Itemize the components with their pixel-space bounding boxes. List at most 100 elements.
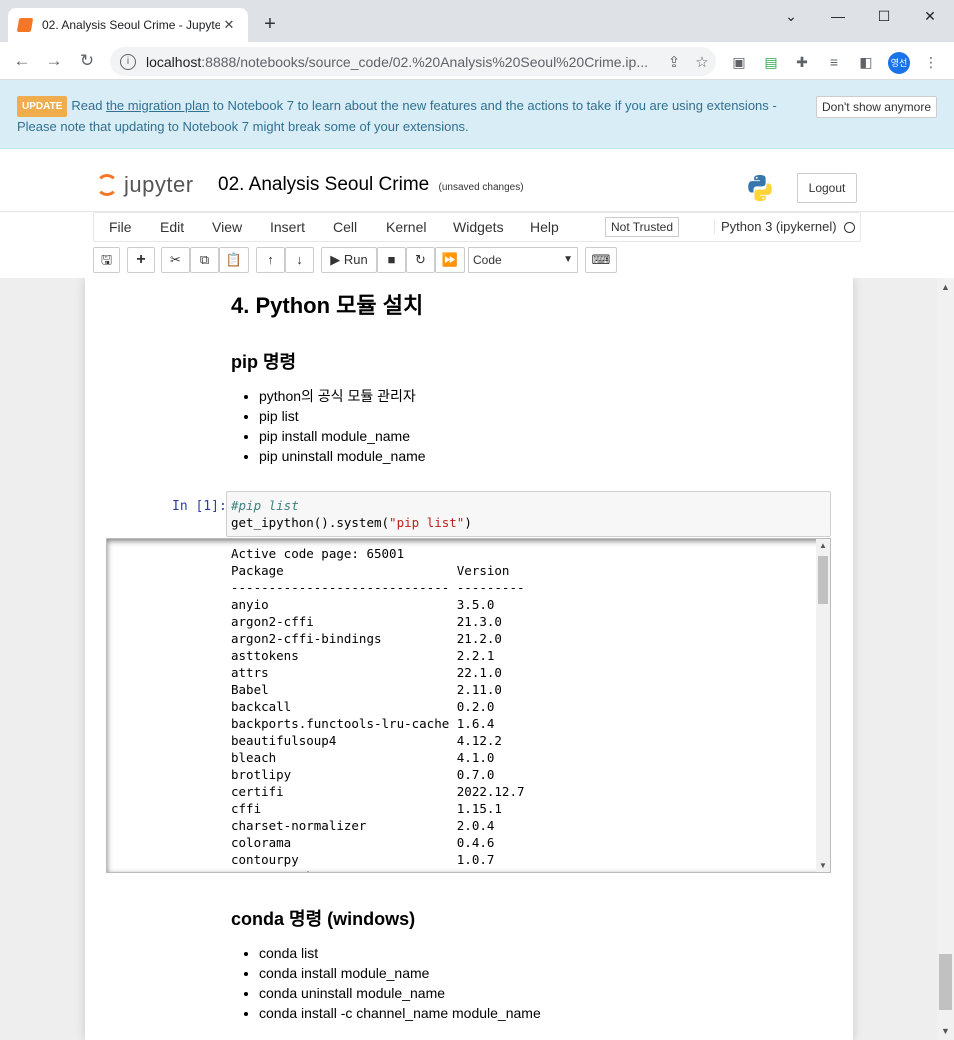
notebook-name[interactable]: 02. Analysis Seoul Crime — [218, 174, 429, 195]
conda-heading: conda 명령 (windows) — [231, 909, 416, 929]
kernel-name: Python 3 (ipykernel) — [714, 219, 837, 234]
menu-file[interactable]: File — [109, 219, 132, 235]
list-item: conda list — [259, 943, 541, 963]
media-icon[interactable]: ≡ — [825, 53, 843, 71]
puzzle-icon[interactable]: ✚ — [793, 53, 811, 71]
paste-icon[interactable]: 📋 — [219, 247, 249, 273]
markdown-cell-heading[interactable]: 4. Python 모듈 설치 — [231, 288, 423, 320]
new-tab-button[interactable]: + — [258, 12, 282, 36]
notebook-title[interactable]: 02. Analysis Seoul Crime (unsaved change… — [218, 174, 524, 196]
output-scroll-thumb[interactable] — [818, 556, 828, 604]
kernel-status-icon — [844, 222, 855, 233]
jupyter-header: jupyter 02. Analysis Seoul Crime (unsave… — [0, 150, 954, 212]
menubar: File Edit View Insert Cell Kernel Widget… — [93, 212, 861, 242]
run-label: Run — [343, 252, 368, 267]
tab-title: 02. Analysis Seoul Crime - Jupyter — [42, 18, 220, 32]
code-comment: #pip list — [231, 498, 299, 513]
page-scrollbar[interactable]: ▲ ▼ — [937, 278, 954, 1040]
python-logo-icon — [748, 175, 772, 201]
dont-show-button[interactable]: Don't show anymore — [816, 96, 937, 118]
section-heading: 4. Python 모듈 설치 — [231, 293, 424, 318]
keyboard-icon[interactable]: ⌨ — [585, 247, 617, 273]
list-item: pip list — [259, 406, 426, 426]
restart-run-all-icon[interactable]: ⏩ — [435, 247, 465, 273]
migration-plan-link[interactable]: the migration plan — [106, 98, 209, 113]
scroll-up-icon[interactable]: ▲ — [937, 282, 954, 292]
copy-icon[interactable]: ⧉ — [190, 247, 219, 273]
markdown-cell-conda[interactable]: conda 명령 (windows) conda list conda inst… — [231, 905, 541, 1023]
extension-icon[interactable]: ▣ — [730, 53, 748, 71]
move-down-icon[interactable]: ↓ — [285, 247, 314, 273]
input-prompt: In [1]: — [172, 499, 227, 514]
restart-icon[interactable]: ↻ — [406, 247, 435, 273]
menu-dots-icon[interactable]: ⋮ — [922, 53, 940, 71]
conda-list: conda list conda install module_name con… — [231, 943, 541, 1023]
page-scroll-thumb[interactable] — [939, 954, 952, 1010]
pip-list: python의 공식 모듈 관리자 pip list pip install m… — [231, 386, 426, 466]
code-line: get_ipython().system("pip list") — [231, 515, 472, 530]
chevron-down-icon: ▼ — [563, 254, 573, 265]
menu-kernel[interactable]: Kernel — [386, 219, 426, 235]
output-scrollbar[interactable]: ▲ ▼ — [816, 539, 830, 872]
site-info-icon[interactable]: i — [120, 53, 136, 70]
scroll-down-icon[interactable]: ▼ — [816, 861, 830, 870]
scroll-down-icon[interactable]: ▼ — [937, 1026, 954, 1036]
minimize-button[interactable]: — — [815, 4, 861, 28]
code-input[interactable]: #pip list get_ipython().system("pip list… — [226, 491, 831, 537]
pip-heading: pip 명령 — [231, 352, 297, 372]
url-field[interactable]: i localhost:8888/notebooks/source_code/0… — [110, 47, 716, 76]
address-bar: ← → ↻ i localhost:8888/notebooks/source_… — [0, 42, 954, 80]
jupyter-logo[interactable]: jupyter — [96, 172, 194, 198]
cut-icon[interactable]: ✂ — [161, 247, 190, 273]
list-item: pip install module_name — [259, 426, 426, 446]
update-banner: UPDATE Read the migration plan to Noteboo… — [0, 80, 954, 149]
list-item: conda install module_name — [259, 963, 541, 983]
side-panel-icon[interactable]: ◧ — [857, 53, 875, 71]
tab-search-icon[interactable]: ⌄ — [768, 4, 814, 28]
menu-help[interactable]: Help — [530, 219, 559, 235]
run-icon: ▶ — [330, 252, 341, 267]
maximize-button[interactable]: ☐ — [861, 4, 907, 28]
list-item: pip uninstall module_name — [259, 446, 426, 466]
insert-cell-icon[interactable]: + — [127, 247, 155, 273]
menu-insert[interactable]: Insert — [270, 219, 305, 235]
browser-tabstrip: 02. Analysis Seoul Crime - Jupyter ✕ + ⌄… — [0, 0, 954, 42]
notebook-page: 4. Python 모듈 설치 pip 명령 python의 공식 모듈 관리자… — [85, 278, 853, 1040]
list-item: python의 공식 모듈 관리자 — [259, 386, 426, 406]
code-output[interactable]: Active code page: 65001 Package Version … — [106, 538, 831, 873]
jupyter-logo-icon — [96, 174, 118, 196]
bookmark-star-icon[interactable]: ☆ — [688, 53, 716, 71]
extension-green-icon[interactable]: ▤ — [762, 53, 780, 71]
run-button[interactable]: ▶ Run — [321, 247, 377, 273]
menu-widgets[interactable]: Widgets — [453, 219, 504, 235]
jupyter-wordmark: jupyter — [124, 172, 194, 197]
notebook-favicon-icon — [16, 18, 34, 32]
banner-text-start: Read — [71, 98, 107, 113]
trust-button[interactable]: Not Trusted — [605, 217, 680, 237]
menu-view[interactable]: View — [212, 219, 242, 235]
close-window-button[interactable]: ✕ — [907, 4, 953, 28]
markdown-cell-pip[interactable]: pip 명령 python의 공식 모듈 관리자 pip list pip in… — [231, 348, 426, 466]
profile-avatar[interactable]: 영선 — [888, 52, 910, 74]
cell-type-value: Code — [473, 253, 502, 267]
list-item: conda install -c channel_name module_nam… — [259, 1003, 541, 1023]
list-item: conda uninstall module_name — [259, 983, 541, 1003]
save-icon[interactable]: 🖫 — [93, 247, 120, 273]
logout-button[interactable]: Logout — [797, 173, 857, 203]
forward-icon[interactable]: → — [42, 50, 66, 74]
menu-cell[interactable]: Cell — [333, 219, 357, 235]
reload-icon[interactable]: ↻ — [75, 50, 99, 74]
url-host: localhost — [146, 53, 202, 70]
cell-type-select[interactable]: Code ▼ — [468, 247, 578, 273]
notebook-container: 4. Python 모듈 설치 pip 명령 python의 공식 모듈 관리자… — [0, 278, 937, 1040]
browser-tab[interactable]: 02. Analysis Seoul Crime - Jupyter ✕ — [8, 8, 248, 42]
move-up-icon[interactable]: ↑ — [256, 247, 285, 273]
scroll-up-icon[interactable]: ▲ — [816, 541, 830, 550]
interrupt-icon[interactable]: ■ — [377, 247, 406, 273]
save-status: (unsaved changes) — [438, 182, 524, 193]
tab-close-icon[interactable]: ✕ — [220, 17, 238, 33]
back-icon[interactable]: ← — [10, 50, 34, 74]
menu-edit[interactable]: Edit — [160, 219, 184, 235]
url-path: :8888/notebooks/source_code/02.%20Analys… — [201, 53, 648, 70]
share-icon[interactable]: ⇪ — [660, 53, 688, 71]
